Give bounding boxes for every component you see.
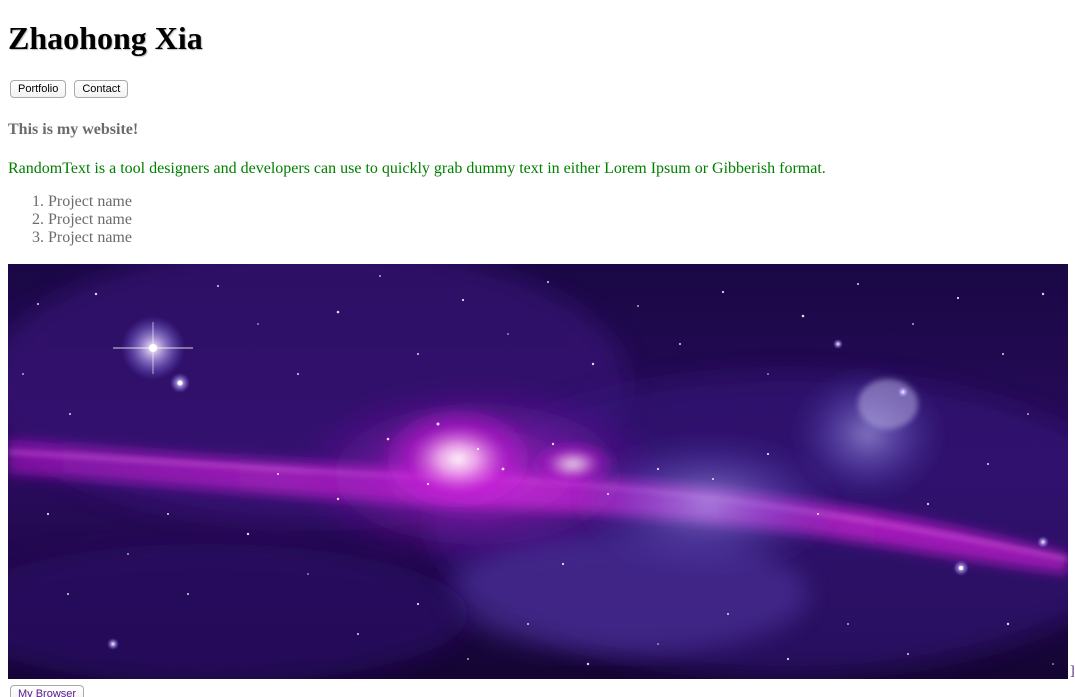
stray-text: ]: [1070, 664, 1075, 679]
list-item: Project name: [48, 229, 132, 247]
my-browser-button[interactable]: My Browser: [10, 685, 85, 697]
nav-bar: Portfolio Contact: [10, 80, 129, 98]
galaxy-image: [8, 264, 1068, 679]
project-list: Project name Project name Project name: [8, 193, 132, 247]
contact-button[interactable]: Contact: [74, 80, 129, 98]
portfolio-button[interactable]: Portfolio: [10, 80, 67, 98]
site-description: RandomText is a tool designers and devel…: [8, 160, 826, 177]
list-item: Project name: [48, 211, 132, 229]
list-item: Project name: [48, 193, 132, 211]
page-title: Zhaohong Xia: [8, 20, 203, 56]
site-subtitle: This is my website!: [8, 121, 139, 138]
